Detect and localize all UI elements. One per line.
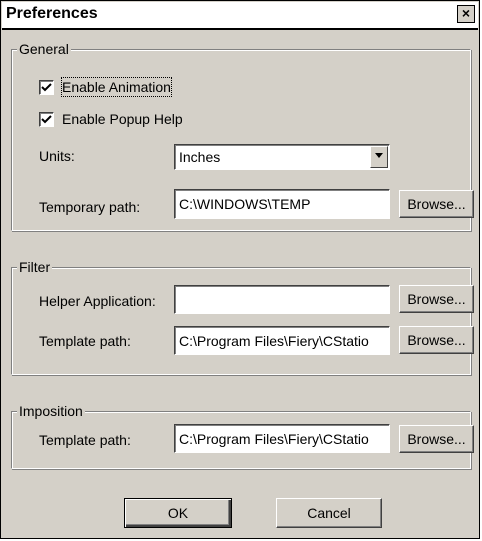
enable-popup-help-checkbox[interactable] xyxy=(39,112,54,127)
close-icon: × xyxy=(461,5,471,21)
filter-group-label: Filter xyxy=(17,258,53,276)
preferences-dialog: Preferences × General Enable Animation E… xyxy=(0,0,480,539)
imposition-template-path-input[interactable] xyxy=(174,424,390,453)
temporary-path-label: Temporary path: xyxy=(39,199,141,215)
filter-template-path-input[interactable] xyxy=(174,326,390,355)
ok-button[interactable]: OK xyxy=(124,498,232,528)
helper-application-browse-button[interactable]: Browse... xyxy=(399,285,474,313)
check-icon xyxy=(41,83,52,92)
helper-application-input[interactable] xyxy=(174,285,390,314)
chevron-down-icon xyxy=(375,153,383,158)
filter-template-path-browse-button[interactable]: Browse... xyxy=(399,326,474,354)
temporary-path-browse-button[interactable]: Browse... xyxy=(399,190,474,218)
close-button[interactable]: × xyxy=(457,5,475,23)
filter-group: Filter xyxy=(11,258,471,375)
enable-popup-help-label[interactable]: Enable Popup Help xyxy=(62,110,183,128)
enable-animation-label[interactable]: Enable Animation xyxy=(61,77,172,97)
imposition-template-path-label: Template path: xyxy=(39,432,131,448)
temporary-path-input[interactable] xyxy=(174,189,390,219)
imposition-template-path-browse-button[interactable]: Browse... xyxy=(399,425,474,453)
units-select-value: Inches xyxy=(179,149,221,165)
imposition-group-label: Imposition xyxy=(17,402,85,420)
units-dropdown-button[interactable] xyxy=(370,146,388,168)
title-bar[interactable]: Preferences × xyxy=(2,2,478,30)
helper-application-label: Helper Application: xyxy=(39,293,156,309)
filter-template-path-label: Template path: xyxy=(39,333,131,349)
units-label: Units: xyxy=(39,148,75,164)
check-icon xyxy=(41,115,52,124)
window-title: Preferences xyxy=(6,5,98,22)
enable-animation-checkbox[interactable] xyxy=(39,80,54,95)
cancel-button[interactable]: Cancel xyxy=(276,498,382,528)
general-group-label: General xyxy=(17,40,71,58)
units-select[interactable]: Inches xyxy=(174,144,390,170)
